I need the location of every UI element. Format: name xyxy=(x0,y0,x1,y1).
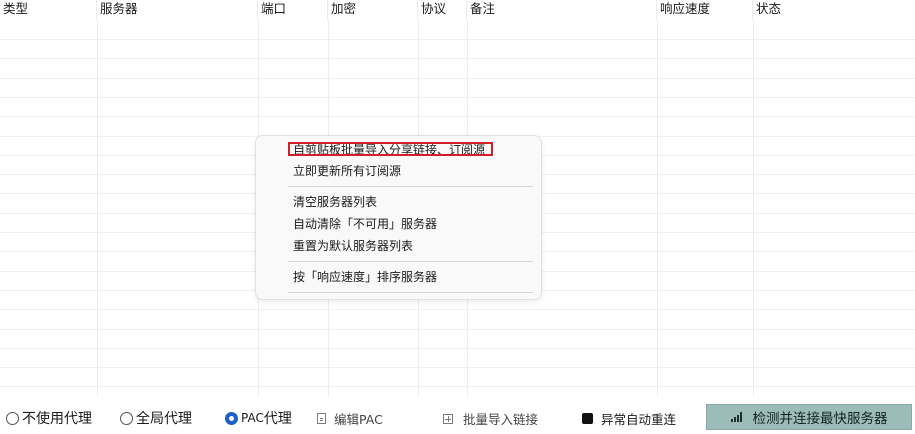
column-header-remarks[interactable]: 备注 xyxy=(467,0,657,20)
edit-pac-button[interactable]: 编辑PAC xyxy=(317,409,383,428)
column-header-port[interactable]: 端口 xyxy=(258,0,328,20)
column-header-status[interactable]: 状态 xyxy=(753,0,915,20)
row-divider xyxy=(0,39,915,40)
auto-reconnect-toggle[interactable]: 异常自动重连 xyxy=(582,409,676,428)
row-divider xyxy=(0,386,915,387)
row-divider xyxy=(0,367,915,368)
menu-separator xyxy=(288,261,533,262)
radio-unchecked-icon xyxy=(120,411,133,425)
radio-no-proxy[interactable]: 不使用代理 xyxy=(6,408,92,428)
radio-pac-proxy[interactable]: PAC 代理 xyxy=(225,408,292,428)
row-divider xyxy=(0,58,915,59)
column-divider xyxy=(753,20,754,396)
column-divider xyxy=(657,20,658,396)
context-menu: 自剪贴板批量导入分享链接、订阅源 立即更新所有订阅源 清空服务器列表 自动清除「… xyxy=(255,135,542,300)
radio-no-proxy-label: 不使用代理 xyxy=(22,411,92,427)
menu-item-import-from-clipboard[interactable]: 自剪贴板批量导入分享链接、订阅源 xyxy=(293,141,485,159)
bottom-toolbar: 不使用代理 全局代理 PAC 代理 编辑PAC 批量导入链接 异常自动重连 检测并… xyxy=(0,396,915,434)
auto-reconnect-label: 异常自动重连 xyxy=(601,412,677,427)
plus-box-icon xyxy=(443,413,453,424)
document-icon xyxy=(317,413,326,424)
column-divider xyxy=(97,20,98,396)
row-divider xyxy=(0,309,915,310)
menu-item-update-subscriptions[interactable]: 立即更新所有订阅源 xyxy=(293,162,401,180)
menu-item-clear-servers[interactable]: 清空服务器列表 xyxy=(293,193,377,211)
column-header-latency[interactable]: 响应速度 xyxy=(657,0,753,20)
column-header-encryption[interactable]: 加密 xyxy=(328,0,418,20)
signal-bars-icon xyxy=(730,412,743,422)
batch-import-label: 批量导入链接 xyxy=(463,412,539,427)
column-header-server[interactable]: 服务器 xyxy=(97,0,258,20)
row-divider xyxy=(0,116,915,117)
row-divider xyxy=(0,78,915,79)
batch-import-button[interactable]: 批量导入链接 xyxy=(443,409,538,428)
edit-pac-label: 编辑PAC xyxy=(334,412,383,427)
row-divider xyxy=(0,348,915,349)
radio-pac-label-suffix: 代理 xyxy=(263,411,292,427)
radio-pac-label-prefix: PAC xyxy=(241,411,264,425)
column-header-protocol[interactable]: 协议 xyxy=(418,0,467,20)
menu-item-sort-by-latency[interactable]: 按「响应速度」排序服务器 xyxy=(293,268,437,286)
connect-fastest-button[interactable]: 检测并连接最快服务器 xyxy=(706,404,912,430)
row-divider xyxy=(0,97,915,98)
menu-separator xyxy=(288,186,533,187)
radio-unchecked-icon xyxy=(6,411,19,425)
menu-separator xyxy=(288,292,533,293)
column-header-type[interactable]: 类型 xyxy=(0,0,97,20)
table-header: 类型 服务器 端口 加密 协议 备注 响应速度 状态 xyxy=(0,0,915,20)
radio-checked-icon xyxy=(225,411,238,425)
connect-fastest-label: 检测并连接最快服务器 xyxy=(752,411,888,427)
radio-global-proxy[interactable]: 全局代理 xyxy=(120,408,192,428)
radio-global-label: 全局代理 xyxy=(136,411,192,427)
menu-item-reset-default[interactable]: 重置为默认服务器列表 xyxy=(293,237,413,255)
checkbox-checked-icon xyxy=(582,413,593,424)
row-divider xyxy=(0,329,915,330)
menu-item-remove-unavailable[interactable]: 自动清除「不可用」服务器 xyxy=(293,215,437,233)
